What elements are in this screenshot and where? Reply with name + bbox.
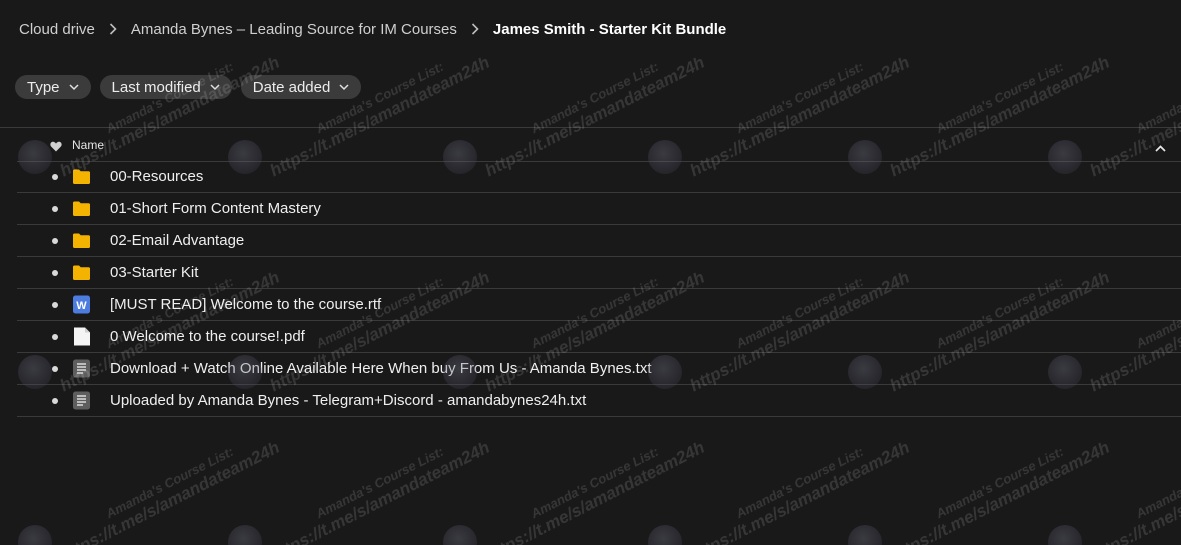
watermark-text: Amanda's Course List:https://t.me/s/aman… — [475, 424, 708, 545]
type-filter-button[interactable]: Type — [15, 75, 91, 99]
watermark-line1: Amanda's Course List: — [1133, 444, 1181, 522]
file-name: 02-Email Advantage — [110, 232, 245, 249]
cloud-drive-page: Cloud drive Amanda Bynes – Leading Sourc… — [0, 0, 1181, 545]
list-item[interactable]: 0 Welcome to the course!.pdf — [17, 321, 1181, 353]
date-added-filter-button[interactable]: Date added — [240, 75, 362, 99]
list-item[interactable]: Download + Watch Online Available Here W… — [17, 353, 1181, 385]
watermark-line1: Amanda's Course List: — [528, 443, 661, 522]
breadcrumb-amanda-bynes[interactable]: Amanda Bynes – Leading Source for IM Cou… — [131, 21, 457, 38]
file-name: Uploaded by Amanda Bynes - Telegram+Disc… — [110, 392, 587, 409]
watermark-text: Amanda's Course List:https://t.me/s/aman… — [260, 424, 493, 545]
sort-ascending-icon[interactable] — [1155, 139, 1166, 157]
list-item[interactable]: 03-Starter Kit — [17, 257, 1181, 289]
folder-icon — [72, 231, 91, 250]
text-file-icon — [72, 391, 91, 410]
file-name: [MUST READ] Welcome to the course.rtf — [110, 296, 382, 313]
watermark-line1: Amanda's Course List: — [103, 443, 236, 522]
watermark-line1: Amanda's Course List: — [733, 58, 866, 137]
blank-file-icon — [72, 327, 91, 346]
watermark-line1: Amanda's Course List: — [933, 443, 1066, 522]
type-filter-label: Type — [27, 78, 60, 96]
watermark-logo-icon — [18, 525, 52, 545]
list-item[interactable]: W [MUST READ] Welcome to the course.rtf — [17, 289, 1181, 321]
last-modified-filter-label: Last modified — [111, 78, 201, 96]
list-item[interactable]: 00-Resources — [17, 161, 1181, 193]
breadcrumb: Cloud drive Amanda Bynes – Leading Sourc… — [19, 18, 726, 40]
heart-icon[interactable] — [50, 139, 62, 157]
file-name: 00-Resources — [110, 168, 204, 185]
bullet-icon — [52, 238, 58, 244]
watermark-line1: Amanda's Course List: — [313, 443, 446, 522]
chevron-down-icon — [69, 83, 79, 91]
last-modified-filter-button[interactable]: Last modified — [99, 75, 232, 99]
watermark-line2: https://t.me/s/amandateam24h — [481, 437, 708, 545]
bullet-icon — [52, 270, 58, 276]
filter-bar: Type Last modified Date added — [15, 75, 362, 99]
watermark-logo-icon — [443, 525, 477, 545]
file-name: 0 Welcome to the course!.pdf — [110, 328, 305, 345]
breadcrumb-cloud-drive[interactable]: Cloud drive — [19, 21, 95, 38]
watermark-line2: https://t.me/s/amandateam24h — [56, 437, 283, 545]
watermark-line2: https://t.me/s/amandateam24h — [266, 437, 493, 545]
watermark-logo-icon — [648, 525, 682, 545]
watermark-text: Amanda's Course List:https://t.me/s/aman… — [50, 424, 283, 545]
chevron-down-icon — [339, 83, 349, 91]
watermark-text: Amanda's Course List:https://t.me/s/aman… — [880, 424, 1113, 545]
table-header: Name — [17, 128, 1181, 162]
folder-icon — [72, 199, 91, 218]
bullet-icon — [52, 174, 58, 180]
watermark-line1: Amanda's Course List: — [733, 443, 866, 522]
word-doc-icon: W — [72, 295, 91, 314]
watermark-line2: https://t.me/s/amandateam24h — [886, 437, 1113, 545]
watermark-line2: https://t.me/s/amandateam24h — [686, 437, 913, 545]
list-item[interactable]: 02-Email Advantage — [17, 225, 1181, 257]
watermark-text: Amanda's Course List:https://t.me/s/aman… — [1080, 424, 1181, 545]
folder-icon — [72, 263, 91, 282]
file-name: 03-Starter Kit — [110, 264, 199, 281]
bullet-icon — [52, 206, 58, 212]
watermark-logo-icon — [848, 525, 882, 545]
chevron-right-icon — [471, 23, 479, 35]
date-added-filter-label: Date added — [252, 78, 331, 96]
chevron-right-icon — [109, 23, 117, 35]
file-list: 00-Resources 01-Short Form Content Maste… — [17, 161, 1181, 417]
list-item[interactable]: Uploaded by Amanda Bynes - Telegram+Disc… — [17, 385, 1181, 417]
bullet-icon — [52, 334, 58, 340]
text-file-icon — [72, 359, 91, 378]
chevron-down-icon — [210, 83, 220, 91]
folder-icon — [72, 167, 91, 186]
watermark-logo-icon — [1048, 525, 1082, 545]
file-name: Download + Watch Online Available Here W… — [110, 360, 652, 377]
watermark-text: Amanda's Course List:https://t.me/s/aman… — [680, 424, 913, 545]
breadcrumb-current-folder: James Smith - Starter Kit Bundle — [492, 20, 727, 38]
watermark-line1: Amanda's Course List: — [933, 58, 1066, 137]
file-name: 01-Short Form Content Mastery — [110, 200, 321, 217]
watermark-logo-icon — [228, 525, 262, 545]
watermark-line2: https://t.me/s/amandateam24h — [1086, 437, 1181, 545]
watermark-line1: Amanda's Course List: — [1133, 59, 1181, 137]
list-item[interactable]: 01-Short Form Content Mastery — [17, 193, 1181, 225]
bullet-icon — [52, 398, 58, 404]
watermark-line1: Amanda's Course List: — [528, 58, 661, 137]
name-column-header[interactable]: Name — [72, 138, 104, 152]
svg-text:W: W — [76, 300, 87, 312]
bullet-icon — [52, 302, 58, 308]
bullet-icon — [52, 366, 58, 372]
